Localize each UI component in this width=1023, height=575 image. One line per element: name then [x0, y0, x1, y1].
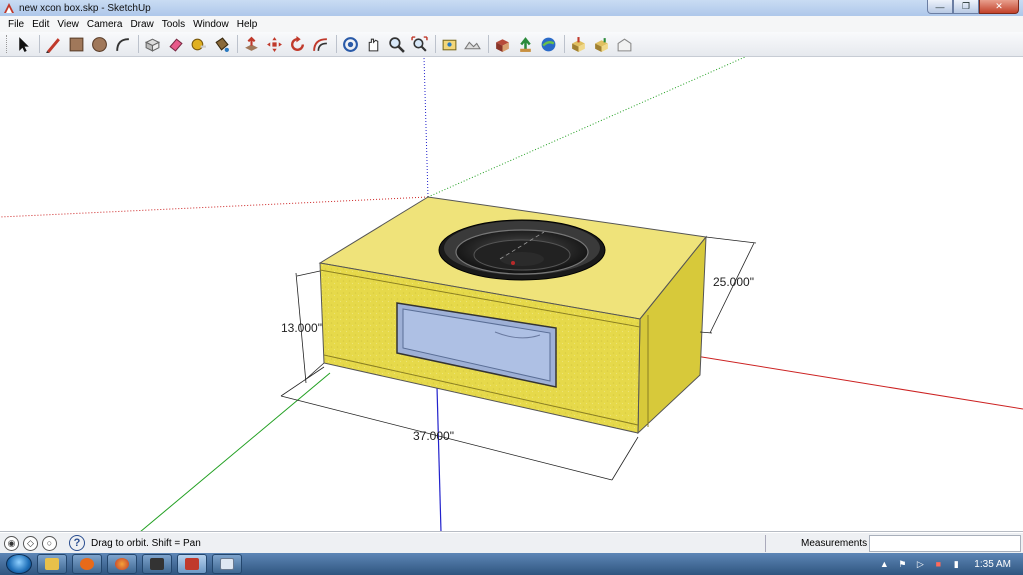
system-tray: ▲ ⚑ ▷ ■ ▮ 1:35 AM: [878, 553, 1023, 575]
rectangle-icon[interactable]: [66, 34, 87, 55]
toolbar-separator: [435, 35, 436, 53]
google-earth-icon[interactable]: [538, 34, 559, 55]
help-icon[interactable]: ?: [69, 535, 85, 551]
dimension-height[interactable]: 13.000": [281, 270, 325, 384]
sketchup-icon: [4, 3, 14, 13]
toolbar-separator: [39, 35, 40, 53]
tape-measure-icon[interactable]: [188, 34, 209, 55]
restore-icon[interactable]: ❐: [953, 0, 979, 14]
share-component-icon[interactable]: [591, 34, 612, 55]
menu-camera[interactable]: Camera: [83, 19, 127, 30]
select-arrow-icon[interactable]: [13, 34, 34, 55]
notepad-icon[interactable]: [212, 554, 242, 574]
measurements-input[interactable]: [869, 535, 1021, 552]
axis-red-back: [0, 196, 429, 218]
get-components-icon[interactable]: [568, 34, 589, 55]
sketchup-icon[interactable]: [177, 554, 207, 574]
menu-window[interactable]: Window: [189, 19, 233, 30]
geo-location-icon[interactable]: ◉: [4, 535, 19, 551]
eraser-icon[interactable]: [165, 34, 186, 55]
volume-icon[interactable]: ▷: [914, 559, 926, 570]
circle-icon[interactable]: [89, 34, 110, 55]
credits-icon[interactable]: ◇: [23, 535, 38, 551]
pan-icon[interactable]: [363, 34, 384, 55]
window-controls: — ❐ ✕: [927, 0, 1019, 14]
firefox-icon[interactable]: [107, 554, 137, 574]
offset-icon[interactable]: [310, 34, 331, 55]
axis-blue-down: [436, 386, 442, 531]
toggle-terrain-icon[interactable]: [462, 34, 483, 55]
status-bar: ◉ ◇ ○ ? Drag to orbit. Shift = Pan Measu…: [0, 532, 1023, 553]
share-model-icon[interactable]: [515, 34, 536, 55]
user-icon[interactable]: ○: [42, 535, 57, 551]
menu-help[interactable]: Help: [233, 19, 262, 30]
dimension-width-label: 37.000": [413, 429, 454, 443]
menu-edit[interactable]: Edit: [28, 19, 53, 30]
add-location-icon[interactable]: [439, 34, 460, 55]
status-divider: [765, 535, 766, 552]
rotate-icon[interactable]: [287, 34, 308, 55]
toolbar-separator: [488, 35, 489, 53]
orbit-icon[interactable]: [340, 34, 361, 55]
subwoofer-box[interactable]: [318, 196, 707, 435]
paint-bucket-icon[interactable]: [211, 34, 232, 55]
menu-draw[interactable]: Draw: [126, 19, 157, 30]
dimension-height-label: 13.000": [281, 321, 322, 335]
minimize-icon[interactable]: —: [927, 0, 953, 14]
app-icon[interactable]: [142, 554, 172, 574]
signal-icon[interactable]: ▮: [950, 559, 962, 570]
toolbar-grip[interactable]: [6, 35, 9, 53]
system-clock[interactable]: 1:35 AM: [974, 559, 1011, 570]
subwoofer-speaker[interactable]: [438, 219, 606, 281]
push-pull-icon[interactable]: [241, 34, 262, 55]
get-models-icon[interactable]: [492, 34, 513, 55]
zoom-extents-icon[interactable]: [409, 34, 430, 55]
window-title: new xcon box.skp - SketchUp: [19, 2, 151, 14]
measurements-label: Measurements: [801, 538, 868, 549]
move-icon[interactable]: [264, 34, 285, 55]
arc-icon[interactable]: [112, 34, 133, 55]
toolbar-separator: [237, 35, 238, 53]
pencil-line-icon[interactable]: [43, 34, 64, 55]
make-component-icon[interactable]: [142, 34, 163, 55]
start-button[interactable]: [6, 554, 32, 574]
zoom-icon[interactable]: [386, 34, 407, 55]
toolbar-separator: [336, 35, 337, 53]
main-toolbar: [0, 32, 1023, 57]
axis-green-front: [140, 372, 331, 531]
menu-view[interactable]: View: [53, 19, 83, 30]
network-alert-icon[interactable]: ■: [932, 559, 944, 570]
toolbar-separator: [138, 35, 139, 53]
close-icon[interactable]: ✕: [979, 0, 1019, 14]
show-hidden-icon[interactable]: ▲: [878, 559, 890, 570]
explorer-icon[interactable]: [37, 554, 67, 574]
menu-bar: File Edit View Camera Draw Tools Window …: [0, 16, 1023, 32]
scene-canvas[interactable]: 13.000" 25.000" 37.000": [0, 57, 1023, 532]
menu-tools[interactable]: Tools: [158, 19, 189, 30]
toolbar-separator: [564, 35, 565, 53]
model-viewport[interactable]: 13.000" 25.000" 37.000": [0, 57, 1023, 532]
axis-green-back: [427, 57, 746, 198]
windows-taskbar: ▲ ⚑ ▷ ■ ▮ 1:35 AM: [0, 553, 1023, 575]
dimension-depth[interactable]: 25.000": [699, 236, 757, 334]
status-text: Drag to orbit. Shift = Pan: [91, 537, 201, 549]
menu-file[interactable]: File: [4, 19, 28, 30]
axis-blue-up: [423, 57, 429, 198]
warehouse-icon[interactable]: [614, 34, 635, 55]
title-bar: new xcon box.skp - SketchUp — ❐ ✕: [0, 0, 1023, 16]
flag-icon[interactable]: ⚑: [896, 559, 908, 570]
media-player-icon[interactable]: [72, 554, 102, 574]
dimension-depth-label: 25.000": [713, 275, 754, 289]
